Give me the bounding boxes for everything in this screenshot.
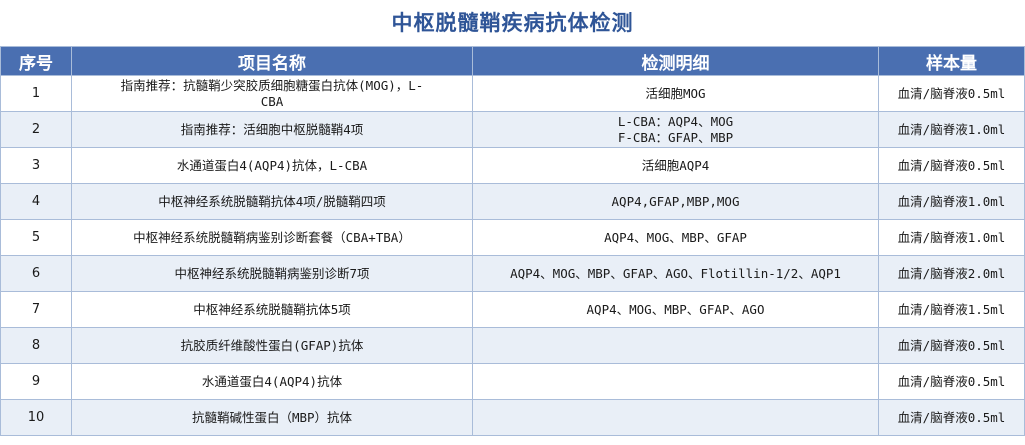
page-title: 中枢脱髓鞘疾病抗体检测 xyxy=(391,11,634,35)
table-row: 8 抗胶质纤维酸性蛋白(GFAP)抗体 血清/脑脊液0.5ml xyxy=(0,327,1025,364)
header-item-name: 项目名称 xyxy=(71,46,473,76)
row-sample: 血清/脑脊液0.5ml xyxy=(878,147,1025,184)
header-detail: 检测明细 xyxy=(472,46,879,76)
row-item-name: 水通道蛋白4(AQP4)抗体，L-CBA xyxy=(71,147,473,184)
row-number: 1 xyxy=(0,75,72,112)
table-row: 5 中枢神经系统脱髓鞘病鉴别诊断套餐（CBA+TBA） AQP4、MOG、MBP… xyxy=(0,219,1025,256)
row-number: 10 xyxy=(0,399,72,436)
table-row: 2 指南推荐：活细胞中枢脱髓鞘4项 L-CBA：AQP4、MOG F-CBA：G… xyxy=(0,111,1025,148)
table-row: 9 水通道蛋白4(AQP4)抗体 血清/脑脊液0.5ml xyxy=(0,363,1025,400)
row-item-name: 抗髓鞘碱性蛋白（MBP）抗体 xyxy=(71,399,473,436)
table-row: 7 中枢神经系统脱髓鞘抗体5项 AQP4、MOG、MBP、GFAP、AGO 血清… xyxy=(0,291,1025,328)
row-item-name: 指南推荐：活细胞中枢脱髓鞘4项 xyxy=(71,111,473,148)
row-number: 8 xyxy=(0,327,72,364)
row-number: 5 xyxy=(0,219,72,256)
header-sample: 样本量 xyxy=(878,46,1025,76)
row-detail: 活细胞MOG xyxy=(472,75,879,112)
row-detail xyxy=(472,327,879,364)
row-number: 6 xyxy=(0,255,72,292)
row-item-name: 指南推荐：抗髓鞘少突胶质细胞糖蛋白抗体(MOG)，L- CBA xyxy=(71,75,473,112)
row-item-name: 抗胶质纤维酸性蛋白(GFAP)抗体 xyxy=(71,327,473,364)
table-row: 1 指南推荐：抗髓鞘少突胶质细胞糖蛋白抗体(MOG)，L- CBA 活细胞MOG… xyxy=(0,75,1025,112)
row-item-name: 中枢神经系统脱髓鞘抗体4项/脱髓鞘四项 xyxy=(71,183,473,220)
row-sample: 血清/脑脊液1.0ml xyxy=(878,183,1025,220)
row-sample: 血清/脑脊液0.5ml xyxy=(878,75,1025,112)
row-sample: 血清/脑脊液1.5ml xyxy=(878,291,1025,328)
table-row: 3 水通道蛋白4(AQP4)抗体，L-CBA 活细胞AQP4 血清/脑脊液0.5… xyxy=(0,147,1025,184)
row-sample: 血清/脑脊液0.5ml xyxy=(878,363,1025,400)
row-number: 3 xyxy=(0,147,72,184)
row-item-name: 水通道蛋白4(AQP4)抗体 xyxy=(71,363,473,400)
row-sample: 血清/脑脊液1.0ml xyxy=(878,219,1025,256)
row-detail: AQP4,GFAP,MBP,MOG xyxy=(472,183,879,220)
row-detail xyxy=(472,399,879,436)
row-item-name: 中枢神经系统脱髓鞘病鉴别诊断套餐（CBA+TBA） xyxy=(71,219,473,256)
row-sample: 血清/脑脊液2.0ml xyxy=(878,255,1025,292)
row-number: 9 xyxy=(0,363,72,400)
row-sample: 血清/脑脊液0.5ml xyxy=(878,327,1025,364)
row-detail: L-CBA：AQP4、MOG F-CBA：GFAP、MBP xyxy=(472,111,879,148)
row-number: 7 xyxy=(0,291,72,328)
row-item-name: 中枢神经系统脱髓鞘病鉴别诊断7项 xyxy=(71,255,473,292)
row-sample: 血清/脑脊液0.5ml xyxy=(878,399,1025,436)
row-detail: AQP4、MOG、MBP、GFAP xyxy=(472,219,879,256)
row-item-name: 中枢神经系统脱髓鞘抗体5项 xyxy=(71,291,473,328)
header-number: 序号 xyxy=(0,46,72,76)
row-detail: AQP4、MOG、MBP、GFAP、AGO、Flotillin-1/2、AQP1 xyxy=(472,255,879,292)
table-header-row: 序号 项目名称 检测明细 样本量 xyxy=(0,46,1025,76)
row-detail xyxy=(472,363,879,400)
document-page: 中枢脱髓鞘疾病抗体检测 序号 项目名称 检测明细 样本量 1 指南推荐：抗髓鞘少… xyxy=(0,0,1025,445)
table-row: 4 中枢神经系统脱髓鞘抗体4项/脱髓鞘四项 AQP4,GFAP,MBP,MOG … xyxy=(0,183,1025,220)
row-sample: 血清/脑脊液1.0ml xyxy=(878,111,1025,148)
test-table: 序号 项目名称 检测明细 样本量 1 指南推荐：抗髓鞘少突胶质细胞糖蛋白抗体(M… xyxy=(0,46,1025,436)
table-row: 10 抗髓鞘碱性蛋白（MBP）抗体 血清/脑脊液0.5ml xyxy=(0,399,1025,436)
table-row: 6 中枢神经系统脱髓鞘病鉴别诊断7项 AQP4、MOG、MBP、GFAP、AGO… xyxy=(0,255,1025,292)
row-detail: AQP4、MOG、MBP、GFAP、AGO xyxy=(472,291,879,328)
row-detail: 活细胞AQP4 xyxy=(472,147,879,184)
row-number: 4 xyxy=(0,183,72,220)
row-number: 2 xyxy=(0,111,72,148)
